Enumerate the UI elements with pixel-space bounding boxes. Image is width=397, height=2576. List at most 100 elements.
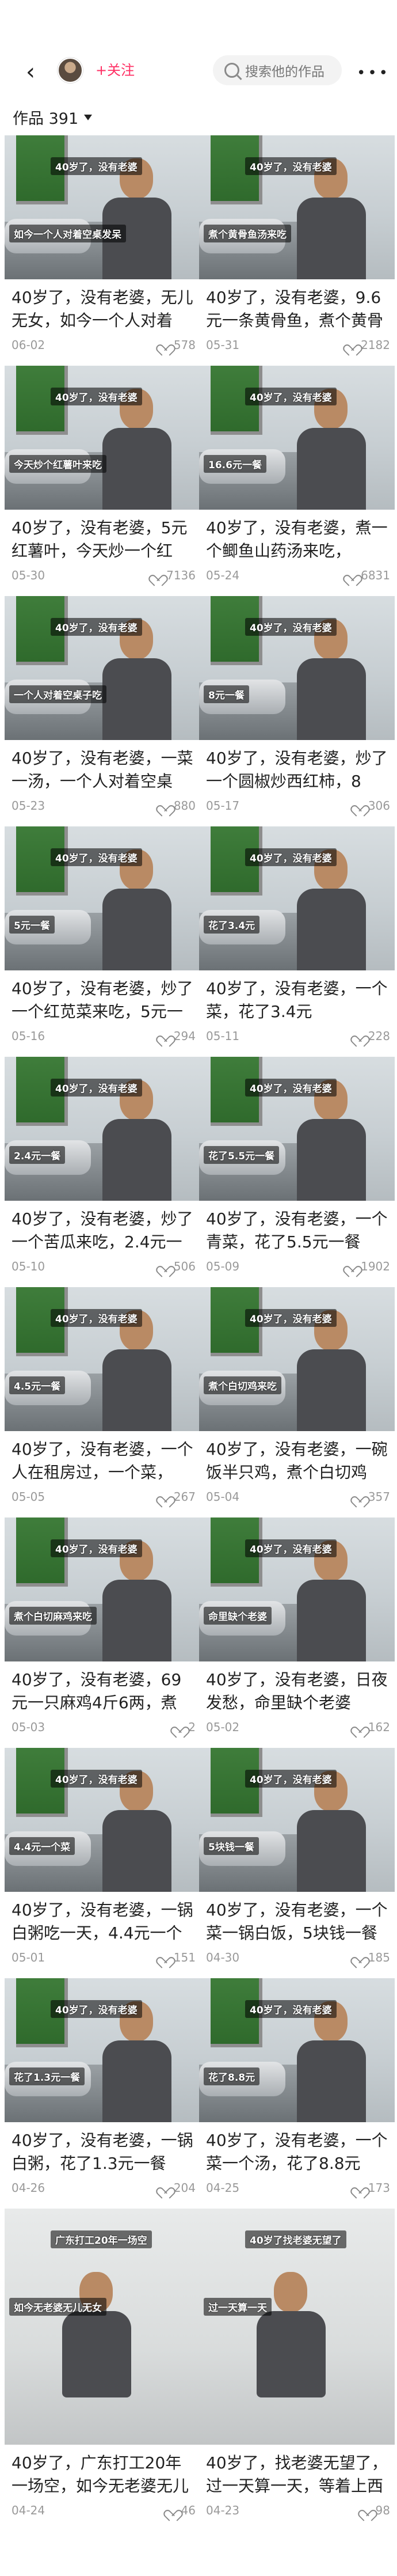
like-count[interactable]: 185 — [353, 1951, 390, 1964]
video-card[interactable]: 40岁了，没有老婆 如今一个人对着空桌发呆 40岁了，没有老婆，无儿无女，如今一个人… — [5, 135, 200, 366]
video-meta: 06-02 578 — [12, 338, 196, 352]
like-count[interactable]: 267 — [159, 1490, 196, 1504]
like-count[interactable]: 306 — [353, 799, 390, 813]
video-card[interactable]: 40岁了，没有老婆 花了8.8元 40岁了，没有老婆，一个菜一个汤，花了8.8元 04… — [199, 1978, 395, 2209]
like-count[interactable]: 357 — [353, 1490, 390, 1504]
like-count[interactable]: 228 — [353, 1029, 390, 1043]
like-count[interactable]: 2182 — [346, 338, 390, 352]
video-thumbnail[interactable]: 40岁了，没有老婆 2.4元一餐 — [5, 1057, 200, 1201]
video-thumbnail[interactable]: 40岁了，没有老婆 5元一餐 — [5, 826, 200, 970]
like-count-value: 1902 — [361, 1259, 390, 1273]
video-thumbnail[interactable]: 广东打工20年一场空 如今无老婆无儿无女 — [5, 2209, 200, 2445]
avatar[interactable] — [58, 58, 83, 83]
like-count-value: 6831 — [361, 568, 390, 582]
video-card[interactable]: 40岁了，没有老婆 今天炒个红薯叶来吃 40岁了，没有老婆，5元红薯叶，今天炒一个红… — [5, 366, 200, 596]
video-title[interactable]: 40岁了，没有老婆，9.6元一条黄骨鱼，煮个黄骨鱼… — [206, 286, 390, 332]
chevron-left-icon[interactable]: ‹ — [17, 59, 44, 85]
caption-top: 40岁了找老婆无望了 — [245, 2230, 346, 2248]
like-count[interactable]: 162 — [353, 1720, 390, 1734]
video-title[interactable]: 40岁了，找老婆无望了，过一天算一天，等着上西天 — [206, 2452, 390, 2498]
caption-bottom: 花了8.8元 — [204, 2067, 260, 2085]
like-count[interactable]: 578 — [159, 338, 196, 352]
like-count[interactable]: 204 — [159, 2181, 196, 2195]
like-count[interactable]: 7136 — [151, 568, 196, 582]
more-dots-icon[interactable]: ••• — [357, 65, 390, 82]
video-thumbnail[interactable]: 40岁了，没有老婆 煮个白切麻鸡来吃 — [5, 1517, 200, 1661]
like-count[interactable]: 98 — [361, 2503, 390, 2517]
video-title[interactable]: 40岁了，没有老婆，炒了一个苦瓜来吃，2.4元一餐 — [12, 1208, 196, 1254]
video-card[interactable]: 40岁了，没有老婆 煮个白切麻鸡来吃 40岁了，没有老婆，69元一只麻鸡4斤6两，煮… — [5, 1517, 200, 1748]
video-title[interactable]: 40岁了，没有老婆，一个人在租房过，一个菜，4… — [12, 1438, 196, 1484]
video-card[interactable]: 40岁了，没有老婆 2.4元一餐 40岁了，没有老婆，炒了一个苦瓜来吃，2.4元一餐… — [5, 1057, 200, 1287]
video-card[interactable]: 40岁了找老婆无望了过一天算一天 40岁了，找老婆无望了，过一天算一天，等着上西天… — [199, 2209, 395, 2517]
video-title[interactable]: 40岁了，没有老婆，一碗饭半只鸡，煮个白切鸡来… — [206, 1438, 390, 1484]
video-title[interactable]: 40岁了，没有老婆，一个青菜，花了5.5元一餐 — [206, 1208, 390, 1254]
video-title[interactable]: 40岁了，没有老婆，5元红薯叶，今天炒一个红薯… — [12, 517, 196, 563]
video-thumbnail[interactable]: 40岁了找老婆无望了 过一天算一天 — [199, 2209, 395, 2445]
video-title[interactable]: 40岁了，没有老婆，无儿无女，如今一个人对着空… — [12, 286, 196, 332]
video-card[interactable]: 40岁了，没有老婆 5元一餐 40岁了，没有老婆，炒了一个红苋菜来吃，5元一餐 05-… — [5, 826, 200, 1057]
video-title[interactable]: 40岁了，没有老婆，煮一个鲫鱼山药汤来吃，16.6… — [206, 517, 390, 563]
caption-bottom: 4.4元一个菜 — [9, 1837, 75, 1855]
video-card[interactable]: 40岁了，没有老婆 花了1.3元一餐 40岁了，没有老婆，一锅白粥，花了1.3元一餐… — [5, 1978, 200, 2209]
person-figure — [297, 158, 366, 279]
follow-button[interactable]: +关注 — [86, 58, 144, 83]
video-card[interactable]: 40岁了，没有老婆 4.4元一个菜 40岁了，没有老婆，一锅白粥吃一天，4.4元一个… — [5, 1748, 200, 1978]
video-card[interactable]: 广东打工20年一场空 如今无老婆无儿无女 40岁了，广东打工20年一场空，如今无老婆… — [5, 2209, 200, 2517]
video-title[interactable]: 40岁了，没有老婆，一锅白粥吃一天，4.4元一个菜 — [12, 1899, 196, 1945]
like-count[interactable]: 6831 — [346, 568, 390, 582]
video-date: 06-02 — [12, 338, 45, 352]
heart-icon — [159, 2183, 170, 2193]
video-card[interactable]: 40岁了，没有老婆 一个人对着空桌子吃 40岁了，没有老婆，一菜一汤，一个人对着空桌… — [5, 596, 200, 826]
video-thumbnail[interactable]: 40岁了，没有老婆 5块钱一餐 — [199, 1748, 395, 1892]
video-title[interactable]: 40岁了，广东打工20年一场空，如今无老婆无儿无女 — [12, 2452, 196, 2498]
video-thumbnail[interactable]: 40岁了，没有老婆 煮个白切鸡来吃 — [199, 1287, 395, 1431]
video-card[interactable]: 40岁了，没有老婆 煮个黄骨鱼汤来吃 40岁了，没有老婆，9.6元一条黄骨鱼，煮个黄… — [199, 135, 395, 366]
works-tab[interactable]: 作品 391 — [13, 106, 93, 128]
caption-top: 40岁了，没有老婆 — [51, 157, 142, 175]
video-thumbnail[interactable]: 40岁了，没有老婆 一个人对着空桌子吃 — [5, 596, 200, 740]
video-thumbnail[interactable]: 40岁了，没有老婆 煮个黄骨鱼汤来吃 — [199, 135, 395, 279]
video-thumbnail[interactable]: 40岁了，没有老婆 今天炒个红薯叶来吃 — [5, 366, 200, 510]
video-title[interactable]: 40岁了，没有老婆，炒了一个圆椒炒西红柿，8元… — [206, 747, 390, 793]
video-card[interactable]: 40岁了，没有老婆 花了3.4元 40岁了，没有老婆，一个菜，花了3.4元 05-11… — [199, 826, 395, 1057]
video-thumbnail[interactable]: 40岁了，没有老婆 花了8.8元 — [199, 1978, 395, 2122]
caption-bottom: 2.4元一餐 — [9, 1146, 66, 1164]
video-thumbnail[interactable]: 40岁了，没有老婆 命里缺个老婆 — [199, 1517, 395, 1661]
video-title[interactable]: 40岁了，没有老婆，炒了一个红苋菜来吃，5元一餐 — [12, 977, 196, 1023]
caption-top: 广东打工20年一场空 — [51, 2230, 152, 2248]
video-thumbnail[interactable]: 40岁了，没有老婆 8元一餐 — [199, 596, 395, 740]
like-count[interactable]: 294 — [159, 1029, 196, 1043]
video-title[interactable]: 40岁了，没有老婆，一个菜，花了3.4元 — [206, 977, 390, 1023]
like-count[interactable]: 2 — [173, 1720, 196, 1734]
like-count[interactable]: 1902 — [346, 1259, 390, 1273]
video-card[interactable]: 40岁了，没有老婆 4.5元一餐 40岁了，没有老婆，一个人在租房过，一个菜，4… 0… — [5, 1287, 200, 1517]
video-meta: 05-31 2182 — [206, 338, 390, 352]
video-thumbnail[interactable]: 40岁了，没有老婆 4.5元一餐 — [5, 1287, 200, 1431]
video-title[interactable]: 40岁了，没有老婆，日夜发愁，命里缺个老婆 — [206, 1668, 390, 1714]
like-count[interactable]: 506 — [159, 1259, 196, 1273]
video-thumbnail[interactable]: 40岁了，没有老婆 花了1.3元一餐 — [5, 1978, 200, 2122]
video-thumbnail[interactable]: 40岁了，没有老婆 花了5.5元一餐 — [199, 1057, 395, 1201]
video-card[interactable]: 40岁了，没有老婆 8元一餐 40岁了，没有老婆，炒了一个圆椒炒西红柿，8元… 05-… — [199, 596, 395, 826]
video-title[interactable]: 40岁了，没有老婆，一锅白粥，花了1.3元一餐 — [12, 2129, 196, 2175]
video-title[interactable]: 40岁了，没有老婆，69元一只麻鸡4斤6两，煮个… — [12, 1668, 196, 1714]
video-title[interactable]: 40岁了，没有老婆，一菜一汤，一个人对着空桌子… — [12, 747, 196, 793]
video-card[interactable]: 40岁了，没有老婆 16.6元一餐 40岁了，没有老婆，煮一个鲫鱼山药汤来吃，16.… — [199, 366, 395, 596]
video-thumbnail[interactable]: 40岁了，没有老婆 4.4元一个菜 — [5, 1748, 200, 1892]
video-card[interactable]: 40岁了，没有老婆 命里缺个老婆 40岁了，没有老婆，日夜发愁，命里缺个老婆 05-0… — [199, 1517, 395, 1748]
like-count[interactable]: 151 — [159, 1951, 196, 1964]
like-count[interactable]: 880 — [159, 799, 196, 813]
video-card[interactable]: 40岁了，没有老婆煮个白切鸡来吃 40岁了，没有老婆，一碗饭半只鸡，煮个白切鸡来…… — [199, 1287, 395, 1517]
video-thumbnail[interactable]: 40岁了，没有老婆 花了3.4元 — [199, 826, 395, 970]
caption-bottom: 命里缺个老婆 — [204, 1607, 272, 1625]
like-count[interactable]: 173 — [353, 2181, 390, 2195]
video-title[interactable]: 40岁了，没有老婆，一个菜一个汤，花了8.8元 — [206, 2129, 390, 2175]
like-count[interactable]: 46 — [166, 2503, 196, 2517]
video-thumbnail[interactable]: 40岁了，没有老婆 如今一个人对着空桌发呆 — [5, 135, 200, 279]
video-card[interactable]: 40岁了，没有老婆 5块钱一餐 40岁了，没有老婆，一个菜一锅白饭，5块钱一餐 04-… — [199, 1748, 395, 1978]
search-input[interactable]: 搜索他的作品 — [213, 55, 342, 85]
video-title[interactable]: 40岁了，没有老婆，一个菜一锅白饭，5块钱一餐 — [206, 1899, 390, 1945]
video-card[interactable]: 40岁了，没有老婆 花了5.5元一餐 40岁了，没有老婆，一个青菜，花了5.5元一餐… — [199, 1057, 395, 1287]
video-thumbnail[interactable]: 40岁了，没有老婆 16.6元一餐 — [199, 366, 395, 510]
